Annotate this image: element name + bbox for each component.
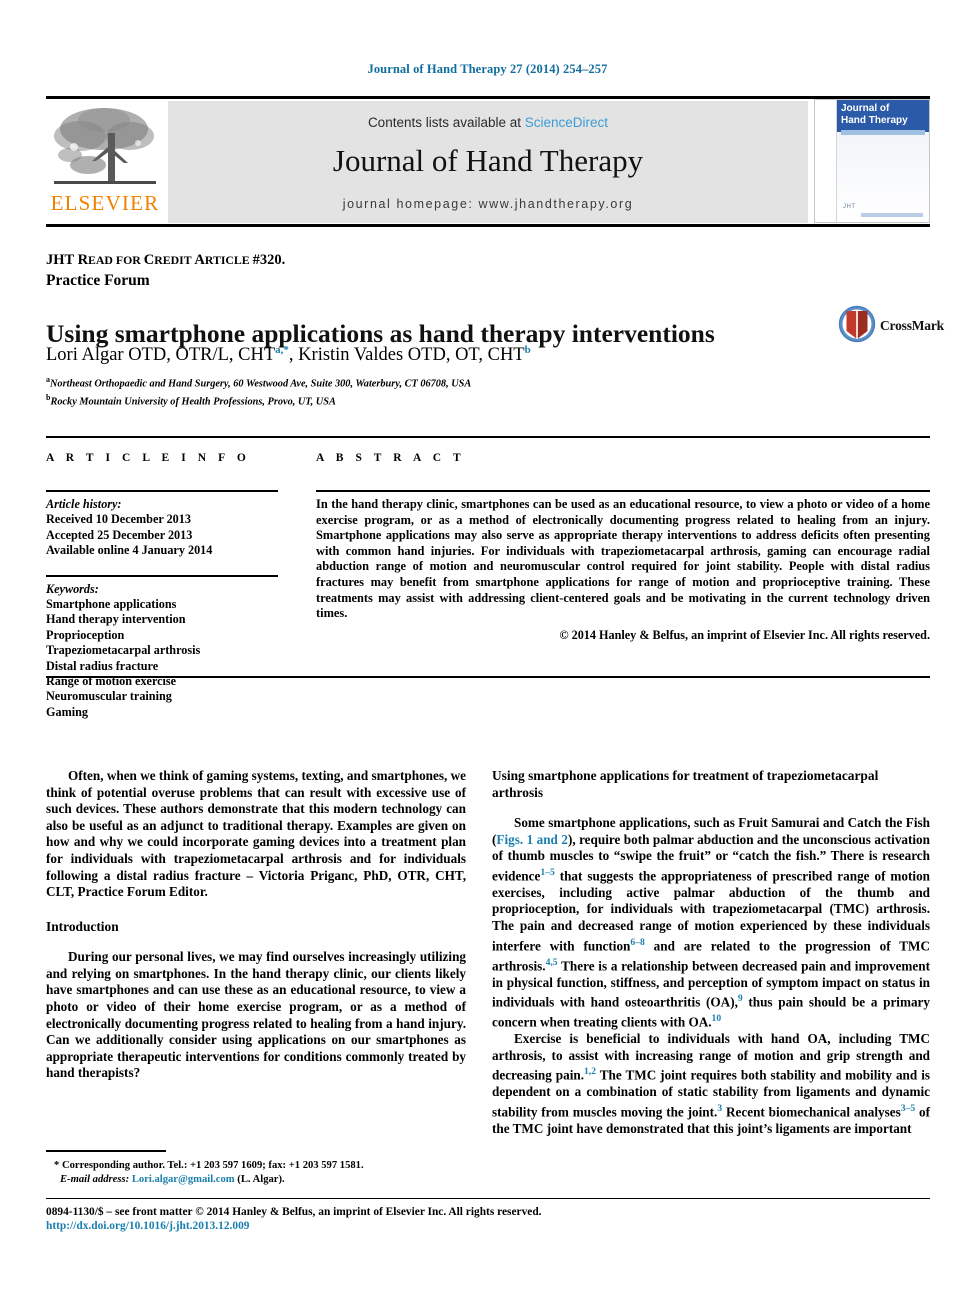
credit-sc3: RTICLE <box>204 253 253 267</box>
journal-homepage[interactable]: journal homepage: www.jhandtherapy.org <box>168 197 808 211</box>
sciencedirect-link[interactable]: ScienceDirect <box>525 115 608 130</box>
abstract-heading: A B S T R A C T <box>316 452 466 464</box>
footnote-corresponding-text: Corresponding author. Tel.: +1 203 597 1… <box>61 1159 364 1171</box>
affiliation-b-text: Rocky Mountain University of Health Prof… <box>50 396 336 408</box>
keywords-label: Keywords: <box>46 581 99 596</box>
history-received: Received 10 December 2013 <box>46 512 191 527</box>
issn-copyright-line: 0894-1130/$ – see front matter © 2014 Ha… <box>46 1206 542 1218</box>
figure-link-figs-1-2[interactable]: Figs. 1 and 2 <box>496 832 568 847</box>
keyword-item: Hand therapy intervention <box>46 612 186 627</box>
journal-article-page: Journal of Hand Therapy 27 (2014) 254–25… <box>0 0 975 1305</box>
affiliations: aNortheast Orthopaedic and Hand Surgery,… <box>46 373 806 409</box>
citation-link[interactable]: 3–5 <box>901 1103 915 1114</box>
journal-title: Journal of Hand Therapy <box>332 143 644 178</box>
elsevier-tree-icon <box>54 108 156 184</box>
footnote-line-2: E-mail address: Lori.algar@gmail.com (L.… <box>46 1173 466 1187</box>
masthead-top-rule <box>46 96 930 99</box>
credit-sc2: REDIT <box>154 253 195 267</box>
article-history-label: Article history: <box>46 497 122 511</box>
author-one: Lori Algar OTD, OTR/L, CHT <box>46 345 276 366</box>
citation-link[interactable]: 4,5 <box>546 957 558 968</box>
abstract-text: In the hand therapy clinic, smartphones … <box>316 497 930 621</box>
author-two: , Kristin Valdes OTD, OT, CHT <box>288 345 525 366</box>
crossmark-badge[interactable]: CrossMark <box>838 305 944 345</box>
elsevier-wordmark: ELSEVIER <box>50 191 160 215</box>
abstract-copyright: © 2014 Hanley & Belfus, an imprint of El… <box>559 627 930 642</box>
citation-link[interactable]: 1–5 <box>540 867 554 878</box>
history-accepted: Accepted 25 December 2013 <box>46 527 193 542</box>
citation-link[interactable]: 10 <box>712 1013 722 1024</box>
keyword-item: Proprioception <box>46 627 125 642</box>
contents-lists-prefix: Contents lists available at <box>367 115 525 130</box>
body-column-right: Using smartphone applications for treatm… <box>492 768 930 1137</box>
editor-note-paragraph: Often, when we think of gaming systems, … <box>46 768 466 900</box>
crossmark-label: CrossMark <box>880 318 944 333</box>
cover-accent-rule <box>841 130 925 135</box>
credit-mid2: A <box>194 252 205 268</box>
doi-link[interactable]: http://dx.doi.org/10.1016/j.jht.2013.12.… <box>46 1220 930 1232</box>
crossmark-icon <box>838 305 876 343</box>
citation-link[interactable]: 6–8 <box>630 937 644 948</box>
credit-sc1: EAD FOR <box>88 253 144 267</box>
journal-cover-thumbnail[interactable]: Journal of Hand Therapy JHT <box>814 99 930 223</box>
cover-title-line1: Journal of <box>841 103 890 114</box>
keyword-item: Neuromuscular training <box>46 689 172 704</box>
author-one-marker[interactable]: a,* <box>275 344 289 356</box>
cover-footer-mark: JHT <box>843 204 856 210</box>
author-list: Lori Algar OTD, OTR/L, CHTa,*, Kristin V… <box>46 344 846 366</box>
credit-number: #320. <box>252 252 286 268</box>
running-head: Journal of Hand Therapy 27 (2014) 254–25… <box>367 62 608 76</box>
footnote-line-1: * Corresponding author. Tel.: +1 203 597… <box>46 1159 466 1173</box>
email-suffix: (L. Algar). <box>237 1173 285 1185</box>
tmc-paragraph-2: Exercise is beneficial to individuals wi… <box>492 1031 930 1137</box>
keyword-item: Distal radius fracture <box>46 658 159 673</box>
history-online: Available online 4 January 2014 <box>46 543 213 558</box>
footer-rule <box>46 1198 930 1200</box>
credit-main: JHT R <box>46 252 89 268</box>
article-section-label: Practice Forum <box>46 272 150 289</box>
credit-mid: C <box>143 252 155 268</box>
masthead-bottom-rule <box>46 224 930 227</box>
abstract-column: A B S T R A C T In the hand therapy clin… <box>316 452 930 643</box>
cover-footer-rule <box>861 213 923 217</box>
keywords-block: Keywords: Smartphone applications Hand t… <box>46 582 278 721</box>
section-heading-tmc: Using smartphone applications for treatm… <box>492 768 879 800</box>
introduction-paragraph: During our personal lives, we may find o… <box>46 949 466 1081</box>
affiliation-a-text: Northeast Orthopaedic and Hand Surgery, … <box>50 378 472 390</box>
email-label: E-mail address: <box>60 1173 130 1185</box>
author-two-marker[interactable]: b <box>525 344 531 356</box>
keyword-item: Trapeziometacarpal arthrosis <box>46 643 201 658</box>
section-heading-introduction: Introduction <box>46 918 119 934</box>
abstract-rule <box>316 490 930 492</box>
keyword-item: Gaming <box>46 704 88 719</box>
body-column-left: Often, when we think of gaming systems, … <box>46 768 466 1082</box>
cover-title: Journal of Hand Therapy <box>841 103 929 127</box>
corresponding-author-footnote: * Corresponding author. Tel.: +1 203 597… <box>46 1150 466 1187</box>
article-info-column: A R T I C L E I N F O Article history: R… <box>46 452 278 721</box>
article-info-heading: A R T I C L E I N F O <box>46 452 251 464</box>
contents-lists-line: Contents lists available at ScienceDirec… <box>168 115 808 130</box>
tmc-paragraph-1: Some smartphone applications, such as Fr… <box>492 815 930 1031</box>
cover-left-strip <box>815 100 837 222</box>
footnote-marker: * <box>54 1159 60 1171</box>
keyword-item: Smartphone applications <box>46 597 177 612</box>
journal-masthead: ELSEVIER Contents lists available at Sci… <box>46 96 930 227</box>
citation-link[interactable]: 1,2 <box>584 1066 596 1077</box>
info-section-bottom-rule <box>46 676 930 678</box>
masthead-center-panel: Contents lists available at ScienceDirec… <box>168 101 808 223</box>
footnote-rule <box>46 1150 166 1152</box>
affiliation-a: aNortheast Orthopaedic and Hand Surgery,… <box>46 373 806 391</box>
elsevier-logo: ELSEVIER <box>46 101 164 223</box>
article-info-rule-1 <box>46 490 278 492</box>
article-info-rule-2 <box>46 574 278 577</box>
affiliation-b: bRocky Mountain University of Health Pro… <box>46 391 806 409</box>
email-link[interactable]: Lori.algar@gmail.com <box>132 1174 235 1185</box>
page-footer: 0894-1130/$ – see front matter © 2014 Ha… <box>46 1198 930 1232</box>
jht-read-for-credit-line: JHT READ FOR CREDIT ARTICLE #320. <box>46 252 285 269</box>
info-section-top-rule <box>46 436 930 438</box>
cover-title-line2: Hand Therapy <box>841 115 908 126</box>
article-history-block: Article history: Received 10 December 20… <box>46 497 278 559</box>
tmc-p2-c: Recent biomechanical analyses <box>722 1104 901 1120</box>
